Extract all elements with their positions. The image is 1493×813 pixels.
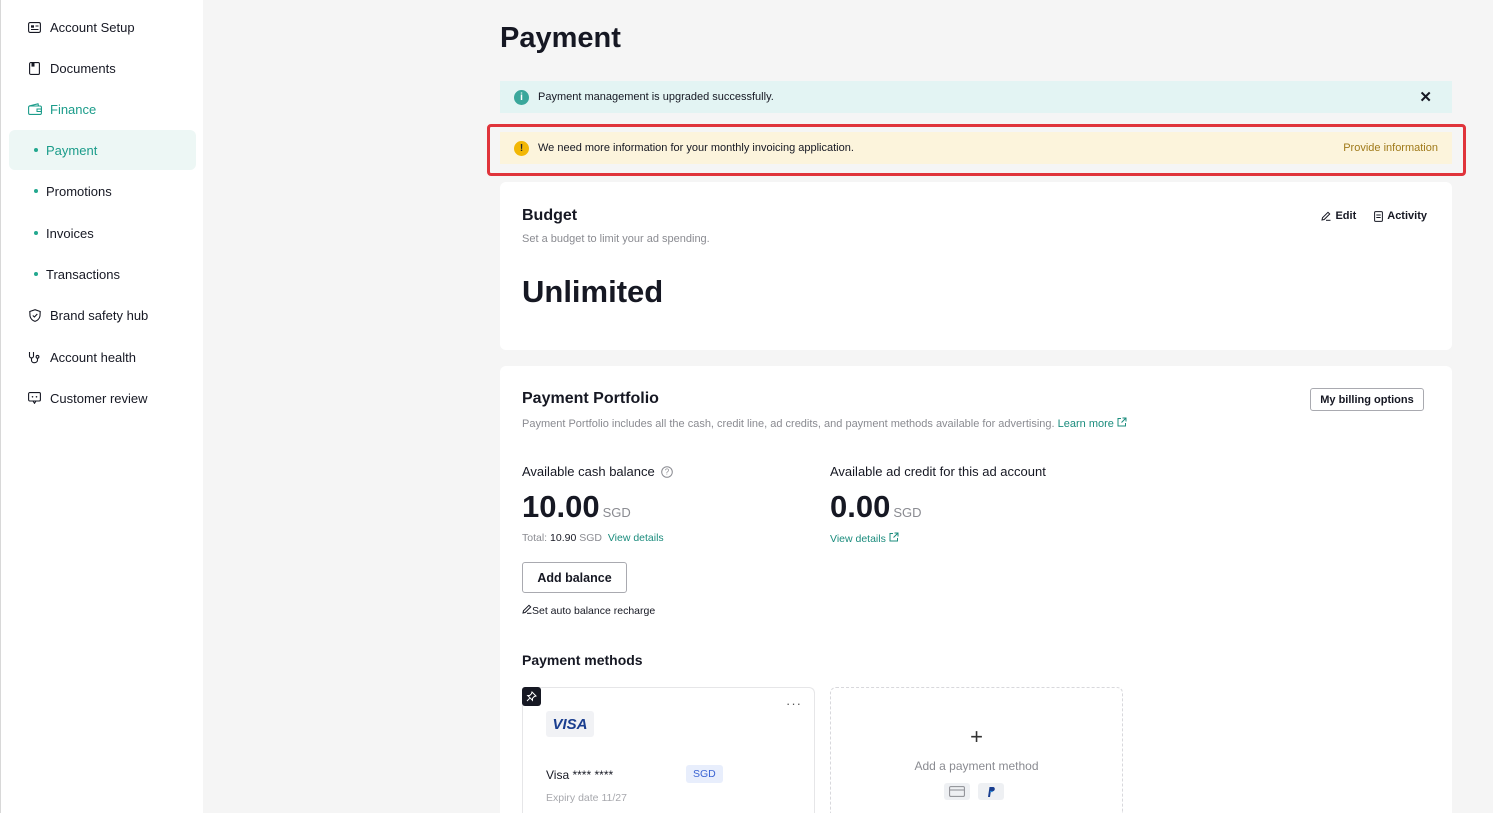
bullet-icon [34,189,38,193]
sidebar-item-documents[interactable]: Documents [9,48,196,88]
payment-methods-title: Payment methods [522,652,643,668]
budget-card: Budget Set a budget to limit your ad spe… [500,182,1452,350]
document-icon [27,61,42,76]
plus-icon: + [970,724,983,749]
cash-total: Total: 10.90 SGD View details [522,532,664,544]
total-prefix: Total: [522,532,548,544]
auto-recharge-label: Set auto balance recharge [532,605,656,617]
sidebar-item-label: Customer review [50,390,148,406]
portfolio-subtitle-text: Payment Portfolio includes all the cash,… [522,418,1055,430]
my-billing-options-button[interactable]: My billing options [1310,388,1424,411]
learn-more-link[interactable]: Learn more [1057,417,1127,430]
sidebar-item-label: Invoices [46,225,94,241]
bullet-icon [34,231,38,235]
paypal-icon [978,783,1004,800]
ad-credit-label: Available ad credit for this ad account [830,464,1046,479]
warning-banner-text: We need more information for your monthl… [538,142,854,154]
warning-icon: ! [514,140,529,156]
sidebar-item-invoices[interactable]: Invoices [9,213,196,253]
ad-credit-value: 0.00 SGD [830,489,922,525]
activity-icon [1374,210,1384,222]
credit-card-icon [944,783,970,800]
wallet-icon [27,102,42,117]
info-banner: i Payment management is upgraded success… [500,81,1452,113]
total-value: 10.90 [550,532,577,544]
external-link-icon [1117,417,1127,427]
portfolio-title: Payment Portfolio [522,390,659,407]
expiry-date: Expiry date 11/27 [546,792,627,804]
sidebar-item-label: Payment [46,142,98,158]
sidebar-item-account-setup[interactable]: Account Setup [9,7,196,47]
more-options-icon[interactable]: ··· [786,696,802,711]
warning-banner: ! We need more information for your mont… [500,132,1452,164]
ad-credit-number: 0.00 [830,489,891,524]
auto-recharge-link[interactable]: Set auto balance recharge [522,604,655,617]
add-payment-method-label: Add a payment method [914,759,1039,773]
cash-balance-label: Available cash balance ? [522,464,674,479]
portfolio-subtitle: Payment Portfolio includes all the cash,… [522,417,1127,430]
payment-type-icons [944,783,1004,800]
shield-icon [27,308,42,323]
bullet-icon [34,272,38,276]
sidebar-item-label: Promotions [46,183,112,199]
review-icon [27,391,42,406]
sidebar-item-label: Transactions [46,266,120,282]
sidebar-item-finance[interactable]: Finance [9,89,196,129]
total-unit: SGD [579,532,602,544]
ad-credit-view-details-label: View details [830,533,886,545]
edit-label: Edit [1335,210,1357,222]
sidebar-item-promotions[interactable]: Promotions [9,171,196,211]
budget-value: Unlimited [522,274,664,309]
payment-portfolio-card: Payment Portfolio My billing options Pay… [500,366,1452,813]
cash-balance-unit: SGD [602,505,631,520]
cash-balance-value: 10.00 SGD [522,489,631,525]
id-card-icon [27,20,42,35]
add-balance-button[interactable]: Add balance [522,562,627,593]
card-number: Visa **** **** [546,768,614,782]
budget-title: Budget [522,207,578,224]
sidebar-item-label: Account health [50,349,137,365]
sidebar-item-customer-review[interactable]: Customer review [9,378,196,418]
sidebar-item-brand-safety-hub[interactable]: Brand safety hub [9,295,196,335]
sidebar-item-label: Brand safety hub [50,307,149,323]
external-link-icon [889,532,899,542]
pencil-icon [522,604,532,614]
cash-view-details-link[interactable]: View details [608,532,664,544]
currency-badge: SGD [686,765,723,783]
svg-text:?: ? [665,468,670,477]
visa-card[interactable]: VISA ··· Visa **** **** SGD Expiry date … [522,687,815,813]
sidebar-item-label: Account Setup [50,19,135,35]
help-icon[interactable]: ? [661,466,674,478]
pin-icon[interactable] [522,687,541,706]
activity-label: Activity [1387,210,1427,222]
cash-balance-number: 10.00 [522,489,600,524]
activity-button[interactable]: Activity [1374,210,1427,222]
sidebar-item-transactions[interactable]: Transactions [9,254,196,294]
info-banner-text: Payment management is upgraded successfu… [538,91,774,103]
stethoscope-icon [27,350,42,365]
pencil-icon [1321,211,1331,221]
cash-balance-label-text: Available cash balance [522,464,655,479]
sidebar-item-payment[interactable]: Payment [9,130,196,170]
edit-button[interactable]: Edit [1321,210,1356,222]
bullet-icon [34,148,38,152]
close-icon[interactable]: ✕ [1419,88,1432,106]
budget-subtitle: Set a budget to limit your ad spending. [522,233,710,245]
ad-credit-unit: SGD [893,505,922,520]
sidebar-item-label: Documents [50,60,116,76]
add-payment-method-card[interactable]: + Add a payment method [830,687,1123,813]
learn-more-label: Learn more [1057,418,1114,430]
sidebar-item-label: Finance [50,101,97,117]
info-icon: i [514,89,529,105]
page-title: Payment [500,22,621,54]
sidebar: Account Setup Documents Finance Payment … [0,0,203,813]
budget-actions: Edit Activity [1321,210,1427,222]
ad-credit-view-details-link[interactable]: View details [830,532,899,545]
sidebar-item-account-health[interactable]: Account health [9,337,196,377]
provide-information-link[interactable]: Provide information [1343,142,1438,154]
visa-logo: VISA [546,711,594,737]
